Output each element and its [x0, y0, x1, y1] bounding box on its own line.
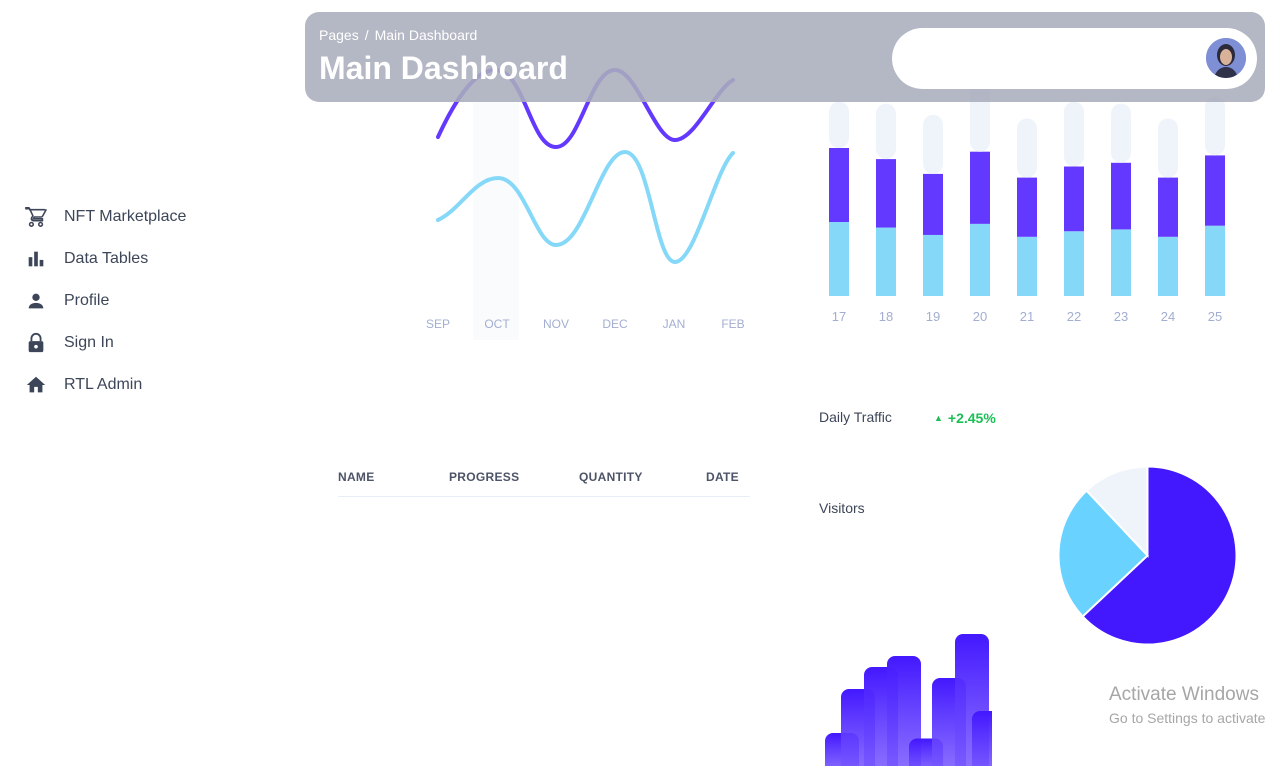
- bar-segment: [829, 148, 849, 222]
- x-tick-label: 20: [973, 309, 987, 324]
- top-header: Pages / Main Dashboard Main Dashboard: [305, 12, 1265, 102]
- bar-segment: [1205, 155, 1225, 226]
- bar-chart-icon: [24, 247, 48, 271]
- x-tick-label: 25: [1208, 309, 1222, 324]
- bar-segment: [970, 151, 990, 224]
- x-tick-label: 21: [1020, 309, 1034, 324]
- breadcrumb-current: Main Dashboard: [374, 27, 478, 43]
- bar-segment: [1017, 177, 1037, 237]
- bar-segment: [1205, 225, 1225, 296]
- cart-icon: [24, 205, 48, 229]
- watermark-subtitle: Go to Settings to activate: [1109, 710, 1266, 726]
- sidebar-item-nft-marketplace[interactable]: NFT Marketplace: [24, 196, 186, 238]
- breadcrumb: Pages / Main Dashboard: [319, 27, 477, 43]
- bar-segment: [923, 114, 943, 174]
- bar-segment: [1158, 177, 1178, 237]
- column-header-quantity[interactable]: QUANTITY: [579, 470, 643, 484]
- sidebar-item-data-tables[interactable]: Data Tables: [24, 238, 186, 280]
- stacked-bar-chart: 17 18 19 20 21 22 23 24 25: [815, 60, 1235, 340]
- person-icon: [24, 289, 48, 313]
- bar-segment: [970, 223, 990, 296]
- bar-segment: [923, 173, 943, 235]
- bar-segment: [829, 101, 849, 148]
- column-header-name[interactable]: NAME: [338, 470, 375, 484]
- bar-segment: [1064, 231, 1084, 296]
- bar-segment: [1205, 96, 1225, 156]
- line-chart: SEP OCT NOV DEC JAN FEB: [415, 60, 755, 350]
- sidebar-item-label: Data Tables: [64, 250, 149, 267]
- sidebar-item-label: Profile: [64, 292, 110, 309]
- bar-segment: [1111, 162, 1131, 230]
- bar-segment: [876, 103, 896, 160]
- bar-segment: [1064, 166, 1084, 232]
- bar-segment: [876, 159, 896, 228]
- bar-segment: [923, 234, 943, 296]
- column-header-progress[interactable]: PROGRESS: [449, 470, 519, 484]
- activate-windows-watermark: Activate Windows Go to Settings to activ…: [1109, 684, 1265, 726]
- breadcrumb-root-link[interactable]: Pages: [319, 27, 359, 43]
- x-tick-label: 19: [926, 309, 940, 324]
- x-tick-label: 17: [832, 309, 846, 324]
- breadcrumb-separator: /: [364, 27, 369, 43]
- x-tick-label: OCT: [484, 317, 510, 331]
- arrow-up-icon: ▲: [934, 413, 943, 423]
- x-tick-label: NOV: [543, 317, 569, 331]
- daily-traffic-bar-chart: [822, 590, 1006, 771]
- avatar[interactable]: [1206, 38, 1246, 78]
- bar-segment: [1158, 236, 1178, 296]
- page-title: Main Dashboard: [319, 50, 568, 86]
- bar-segment: [876, 227, 896, 296]
- bar-segment: [1111, 229, 1131, 296]
- sidebar-item-label: RTL Admin: [64, 376, 143, 393]
- sidebar-nav: NFT Marketplace Data Tables Profile Sign…: [24, 196, 186, 406]
- bar-segment: [1111, 103, 1131, 163]
- daily-traffic-label: Daily Traffic: [819, 409, 892, 425]
- traffic-change-value: +2.45%: [947, 410, 996, 426]
- column-header-date[interactable]: DATE: [706, 470, 739, 484]
- x-tick-label: FEB: [721, 317, 744, 331]
- traffic-change: ▲ +2.45%: [934, 410, 996, 426]
- x-tick-label: 24: [1161, 309, 1175, 324]
- watermark-title: Activate Windows: [1109, 684, 1259, 705]
- sidebar-item-rtl-admin[interactable]: RTL Admin: [24, 364, 186, 406]
- table-header-row: NAME PROGRESS QUANTITY DATE: [338, 470, 750, 497]
- x-tick-label: 18: [879, 309, 893, 324]
- x-tick-label: SEP: [426, 317, 450, 331]
- sidebar-item-sign-in[interactable]: Sign In: [24, 322, 186, 364]
- bar-segment: [1017, 236, 1037, 296]
- bar-segment: [829, 222, 849, 296]
- sidebar-item-label: NFT Marketplace: [64, 208, 187, 225]
- bar-segment: [1064, 101, 1084, 167]
- pie-chart: [1055, 463, 1240, 648]
- x-tick-label: 22: [1067, 309, 1081, 324]
- visitors-label: Visitors: [819, 500, 865, 516]
- highlight-column: [473, 60, 519, 340]
- header-toolbar: [892, 28, 1257, 89]
- sidebar: NFT Marketplace Data Tables Profile Sign…: [0, 0, 290, 766]
- x-tick-label: 23: [1114, 309, 1128, 324]
- x-tick-label: DEC: [602, 317, 628, 331]
- bar-segment: [1158, 118, 1178, 178]
- sidebar-item-profile[interactable]: Profile: [24, 280, 186, 322]
- lock-icon: [24, 331, 48, 355]
- traffic-bar: [972, 711, 1006, 771]
- bar-segment: [1017, 118, 1037, 178]
- home-icon: [24, 373, 48, 397]
- sidebar-item-label: Sign In: [64, 334, 114, 351]
- x-tick-label: JAN: [663, 317, 686, 331]
